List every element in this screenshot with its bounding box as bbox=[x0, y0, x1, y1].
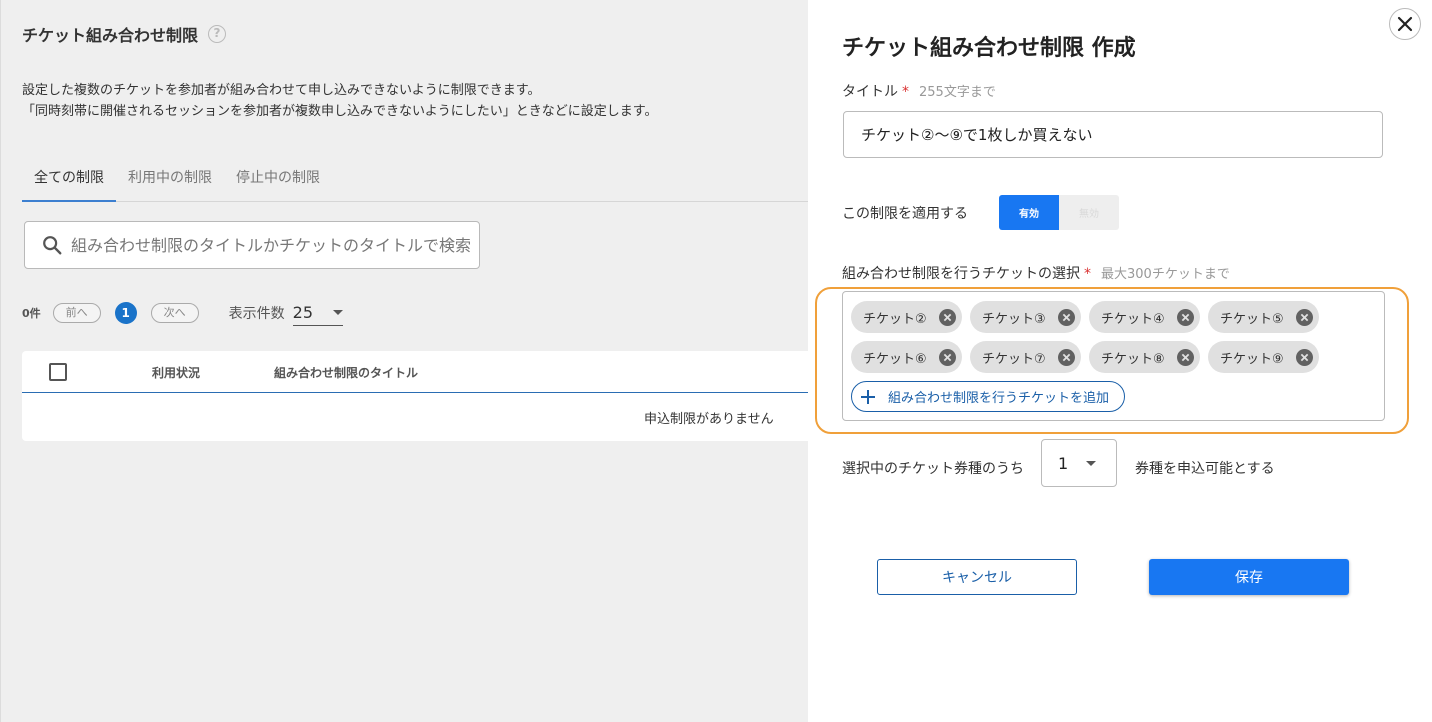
ticket-chip: チケット⑥ bbox=[851, 341, 962, 373]
ticket-chip-label: チケット⑧ bbox=[1101, 351, 1165, 367]
ticket-chip: チケット⑤ bbox=[1208, 301, 1319, 333]
search-input[interactable] bbox=[71, 235, 471, 255]
restrictions-table: 利用状況 組み合わせ制限のタイトル 申込制限がありません bbox=[22, 351, 809, 441]
title-hint: 255文字まで bbox=[919, 85, 996, 100]
create-restriction-drawer: チケット組み合わせ制限 作成 タイトル * 255文字まで チケット②〜⑨で1枚しか… bbox=[808, 0, 1432, 722]
page-description: 設定した複数のチケットを参加者が組み合わせて申し込みできないように制限できます。… bbox=[22, 80, 657, 122]
close-button[interactable] bbox=[1389, 8, 1421, 40]
limit-prefix-text: 選択中のチケット券種のうち bbox=[842, 461, 1024, 477]
remove-chip-icon[interactable] bbox=[1058, 308, 1075, 326]
close-icon bbox=[1397, 16, 1413, 32]
description-line-1: 設定した複数のチケットを参加者が組み合わせて申し込みできないように制限できます。 bbox=[22, 83, 541, 98]
ticket-chip: チケット⑦ bbox=[970, 341, 1081, 373]
title-label-text: タイトル bbox=[842, 84, 898, 100]
page-title-text: チケット組み合わせ制限 bbox=[22, 26, 199, 45]
plus-icon bbox=[861, 389, 875, 404]
limit-count-select[interactable]: 1 bbox=[1041, 439, 1117, 487]
remove-chip-icon[interactable] bbox=[1296, 348, 1313, 366]
ticket-chip-label: チケット② bbox=[863, 311, 927, 327]
chevron-down-icon bbox=[1086, 460, 1096, 466]
tickets-field-label: 組み合わせ制限を行うチケットの選択 * 最大300チケットまで bbox=[842, 263, 1230, 283]
remove-chip-icon[interactable] bbox=[1058, 348, 1075, 366]
tab-stopped[interactable]: 停止中の制限 bbox=[224, 160, 332, 202]
pagination: 0件 前へ 1 次へ 表示件数 25 bbox=[22, 300, 343, 326]
ticket-chip-label: チケット⑦ bbox=[982, 351, 1046, 367]
filter-tabs: 全ての制限 利用中の制限 停止中の制限 bbox=[22, 160, 809, 202]
prev-page-button[interactable]: 前へ bbox=[52, 303, 101, 323]
tab-active[interactable]: 利用中の制限 bbox=[116, 160, 224, 202]
ticket-chip-label: チケット⑤ bbox=[1220, 311, 1284, 327]
column-header-title: 組み合わせ制限のタイトル bbox=[274, 366, 419, 380]
next-page-button[interactable]: 次へ bbox=[150, 303, 199, 323]
main-page: チケット組み合わせ制限 ? 設定した複数のチケットを参加者が組み合わせて申し込み… bbox=[0, 0, 809, 722]
ticket-chip-label: チケット④ bbox=[1101, 311, 1165, 327]
select-all-checkbox[interactable] bbox=[49, 363, 67, 381]
cancel-button[interactable]: キャンセル bbox=[877, 559, 1077, 595]
title-field-label: タイトル * 255文字まで bbox=[842, 81, 996, 101]
column-header-status: 利用状況 bbox=[152, 366, 201, 380]
search-box[interactable] bbox=[24, 221, 480, 269]
per-page-label: 表示件数 bbox=[228, 306, 285, 322]
description-line-2: 「同時刻帯に開催されるセッションを参加者が複数申し込みできないようにしたい」とき… bbox=[22, 104, 658, 119]
remove-chip-icon[interactable] bbox=[939, 308, 956, 326]
ticket-chip: チケット⑨ bbox=[1208, 341, 1319, 373]
ticket-chip-label: チケット③ bbox=[982, 311, 1046, 327]
tickets-label-text: 組み合わせ制限を行うチケットの選択 bbox=[842, 266, 1080, 282]
remove-chip-icon[interactable] bbox=[939, 348, 956, 366]
empty-message: 申込制限がありません bbox=[644, 412, 774, 427]
ticket-chip: チケット⑧ bbox=[1089, 341, 1200, 373]
tickets-hint: 最大300チケットまで bbox=[1101, 267, 1230, 282]
current-page-badge[interactable]: 1 bbox=[114, 302, 137, 324]
apply-toggle[interactable]: 有効 無効 bbox=[999, 195, 1119, 230]
toggle-enabled-option[interactable]: 有効 bbox=[999, 195, 1059, 230]
title-input[interactable]: チケット②〜⑨で1枚しか買えない bbox=[843, 111, 1383, 158]
add-ticket-button[interactable]: 組み合わせ制限を行うチケットを追加 bbox=[851, 381, 1125, 412]
ticket-chip: チケット④ bbox=[1089, 301, 1200, 333]
chevron-down-icon bbox=[332, 310, 343, 315]
limit-suffix-text: 券種を申込可能とする bbox=[1135, 461, 1275, 477]
page-title: チケット組み合わせ制限 ? bbox=[22, 22, 227, 46]
ticket-chip: チケット② bbox=[851, 301, 962, 333]
ticket-chip-label: チケット⑨ bbox=[1220, 351, 1284, 367]
ticket-chips: チケット② チケット③ チケット④ チケット⑤ チケット⑥ チケット⑦ チケット⑧ チケット⑨ bbox=[851, 301, 1331, 373]
result-count: 0件 bbox=[22, 307, 41, 320]
help-icon[interactable]: ? bbox=[208, 25, 227, 43]
ticket-chip: チケット③ bbox=[970, 301, 1081, 333]
apply-label: この制限を適用する bbox=[842, 206, 968, 222]
ticket-chip-label: チケット⑥ bbox=[863, 351, 927, 367]
remove-chip-icon[interactable] bbox=[1177, 308, 1194, 326]
per-page-select[interactable]: 25 bbox=[292, 300, 343, 326]
tab-all[interactable]: 全ての制限 bbox=[22, 160, 116, 202]
save-button[interactable]: 保存 bbox=[1149, 559, 1349, 595]
required-mark: * bbox=[1084, 266, 1091, 282]
per-page-value: 25 bbox=[292, 303, 314, 322]
search-icon bbox=[43, 236, 62, 255]
drawer-title: チケット組み合わせ制限 作成 bbox=[842, 36, 1136, 61]
required-mark: * bbox=[902, 84, 909, 100]
limit-count-value: 1 bbox=[1058, 453, 1069, 473]
table-header: 利用状況 組み合わせ制限のタイトル bbox=[22, 351, 809, 393]
remove-chip-icon[interactable] bbox=[1177, 348, 1194, 366]
remove-chip-icon[interactable] bbox=[1296, 308, 1313, 326]
toggle-disabled-option[interactable]: 無効 bbox=[1059, 195, 1119, 230]
add-ticket-label: 組み合わせ制限を行うチケットを追加 bbox=[888, 391, 1110, 406]
ticket-selection-box: チケット② チケット③ チケット④ チケット⑤ チケット⑥ チケット⑦ チケット⑧ チケット⑨… bbox=[842, 291, 1385, 421]
